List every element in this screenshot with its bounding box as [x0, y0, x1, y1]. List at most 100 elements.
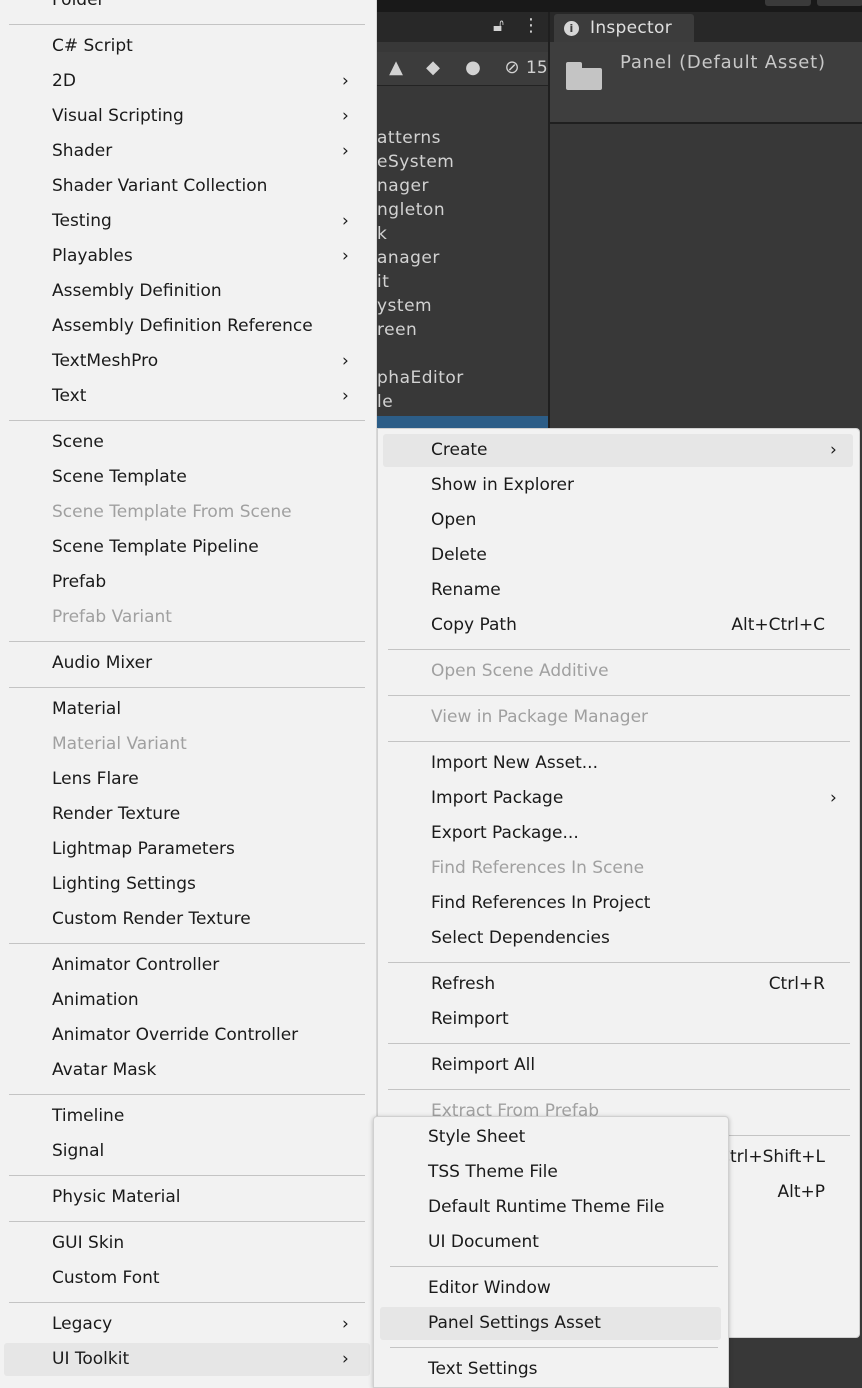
menu-separator — [9, 641, 365, 642]
folder-tree-item[interactable]: atterns — [377, 126, 548, 150]
create-menu-shader[interactable]: Shader › — [0, 135, 376, 168]
create-menu-item-label: Animation — [52, 990, 139, 1010]
ui-toolkit-menu-text-settings[interactable]: Text Settings — [374, 1353, 728, 1386]
filter-by-label-icon[interactable]: ◆ — [422, 57, 444, 79]
ui-toolkit-menu-default-runtime-theme-file[interactable]: Default Runtime Theme File — [374, 1191, 728, 1224]
context-menu-show-in-explorer[interactable]: Show in Explorer — [378, 469, 859, 502]
ui-toolkit-menu-editor-window[interactable]: Editor Window — [374, 1272, 728, 1305]
context-menu-open[interactable]: Open — [378, 504, 859, 537]
create-menu-lens-flare[interactable]: Lens Flare — [0, 763, 376, 796]
folder-tree-item[interactable]: anager — [377, 246, 548, 270]
context-menu-find-references-in-scene[interactable]: Find References In Scene — [378, 852, 859, 885]
context-menu-reimport[interactable]: Reimport — [378, 1003, 859, 1036]
create-menu-prefab-variant[interactable]: Prefab Variant — [0, 601, 376, 634]
ui-toolkit-menu-panel-settings-asset[interactable]: Panel Settings Asset — [380, 1307, 721, 1340]
create-menu-physic-material[interactable]: Physic Material — [0, 1181, 376, 1214]
context-menu-import-new-asset[interactable]: Import New Asset... — [378, 747, 859, 780]
create-menu-visual-scripting[interactable]: Visual Scripting › — [0, 100, 376, 133]
ui-toolkit-menu-style-sheet[interactable]: Style Sheet — [374, 1121, 728, 1154]
context-menu-select-dependencies[interactable]: Select Dependencies — [378, 922, 859, 955]
folder-tree-item[interactable]: reen — [377, 318, 548, 342]
inspector-title: Panel (Default Asset) — [620, 52, 826, 73]
create-menu-item-label: Avatar Mask — [52, 1060, 157, 1080]
create-menu-testing[interactable]: Testing › — [0, 205, 376, 238]
create-menu-scene-template-pipeline[interactable]: Scene Template Pipeline — [0, 531, 376, 564]
toolbar-button[interactable] — [765, 0, 811, 6]
create-menu-material[interactable]: Material — [0, 693, 376, 726]
chevron-right-icon: › — [342, 71, 349, 91]
create-menu-item-label: Animator Override Controller — [52, 1025, 299, 1045]
create-menu-timeline[interactable]: Timeline — [0, 1100, 376, 1133]
create-menu-animation[interactable]: Animation — [0, 984, 376, 1017]
context-menu-item-label: Open Scene Additive — [431, 661, 609, 681]
context-menu-item-label: Delete — [431, 545, 487, 565]
context-menu-shortcut: Ctrl+Shift+L — [718, 1147, 825, 1167]
create-menu-item-label: Testing — [52, 211, 112, 231]
folder-tree-item[interactable]: eSystem — [377, 150, 548, 174]
create-menu-material-variant[interactable]: Material Variant — [0, 728, 376, 761]
context-menu-find-references-in-project[interactable]: Find References In Project — [378, 887, 859, 920]
menu-separator — [388, 962, 850, 963]
ui-toolkit-menu-ui-document[interactable]: UI Document — [374, 1226, 728, 1259]
create-menu-item-label: Prefab Variant — [52, 607, 172, 627]
ui-toolkit-menu-item-label: TSS Theme File — [428, 1162, 558, 1182]
chevron-right-icon: › — [342, 351, 349, 371]
create-menu-custom-render-texture[interactable]: Custom Render Texture — [0, 903, 376, 936]
create-menu-animator-controller[interactable]: Animator Controller — [0, 949, 376, 982]
context-menu-rename[interactable]: Rename — [378, 574, 859, 607]
folder-tree-item[interactable]: ngleton — [377, 198, 548, 222]
create-menu-signal[interactable]: Signal — [0, 1135, 376, 1168]
create-menu-assembly-definition-reference[interactable]: Assembly Definition Reference — [0, 310, 376, 343]
folder-tree-item[interactable]: nager — [377, 174, 548, 198]
create-menu-animator-override-controller[interactable]: Animator Override Controller — [0, 1019, 376, 1052]
context-menu-export-package[interactable]: Export Package... — [378, 817, 859, 850]
kebab-menu-icon[interactable]: ⋮ — [522, 15, 540, 36]
create-menu-scene-template[interactable]: Scene Template — [0, 461, 376, 494]
folder-tree: atterns eSystem nager ngleton k anager it ystem… — [377, 126, 548, 414]
folder-tree-item[interactable]: k — [377, 222, 548, 246]
folder-tree-item[interactable] — [377, 342, 548, 366]
create-menu-custom-font[interactable]: Custom Font — [0, 1262, 376, 1295]
create-menu-c-script[interactable]: C# Script — [0, 30, 376, 63]
create-menu-assembly-definition[interactable]: Assembly Definition — [0, 275, 376, 308]
create-menu-playables[interactable]: Playables › — [0, 240, 376, 273]
create-menu-avatar-mask[interactable]: Avatar Mask — [0, 1054, 376, 1087]
create-menu-item-label: Custom Font — [52, 1268, 160, 1288]
context-menu-delete[interactable]: Delete — [378, 539, 859, 572]
folder-tree-item[interactable]: it — [377, 270, 548, 294]
context-menu-open-scene-additive[interactable]: Open Scene Additive — [378, 655, 859, 688]
context-menu-reimport-all[interactable]: Reimport All — [378, 1049, 859, 1082]
create-menu-audio-mixer[interactable]: Audio Mixer — [0, 647, 376, 680]
folder-tree-item[interactable]: phaEditor — [377, 366, 548, 390]
create-menu-legacy[interactable]: Legacy › — [0, 1308, 376, 1341]
context-menu-import-package[interactable]: Import Package › — [378, 782, 859, 815]
create-menu-lightmap-parameters[interactable]: Lightmap Parameters — [0, 833, 376, 866]
tab-inspector[interactable]: i Inspector — [554, 14, 694, 42]
context-menu-create[interactable]: Create › — [383, 434, 853, 467]
ui-toolkit-submenu: Style Sheet TSS Theme File Default Runtime… — [373, 1116, 729, 1388]
lock-icon[interactable]: 🔓︎ — [493, 16, 504, 36]
context-menu-refresh[interactable]: Refresh Ctrl+R — [378, 968, 859, 1001]
create-menu-scene[interactable]: Scene — [0, 426, 376, 459]
folder-tree-item[interactable]: ystem — [377, 294, 548, 318]
folder-tree-item[interactable]: le — [377, 390, 548, 414]
warning-icon[interactable]: ● — [462, 57, 484, 79]
create-menu-ui-toolkit[interactable]: UI Toolkit › — [4, 1343, 370, 1376]
create-menu-prefab[interactable]: Prefab — [0, 566, 376, 599]
create-menu-text[interactable]: Text › — [0, 380, 376, 413]
create-menu-shader-variant-collection[interactable]: Shader Variant Collection — [0, 170, 376, 203]
filter-by-type-icon[interactable]: ▲ — [385, 57, 407, 79]
context-menu-view-in-package-manager[interactable]: View in Package Manager — [378, 701, 859, 734]
create-menu-textmeshpro[interactable]: TextMeshPro › — [0, 345, 376, 378]
create-menu-scene-template-from-scene[interactable]: Scene Template From Scene — [0, 496, 376, 529]
create-menu-folder[interactable]: Folder — [0, 0, 376, 17]
create-menu-2d[interactable]: 2D › — [0, 65, 376, 98]
toolbar-button[interactable] — [817, 0, 862, 6]
ui-toolkit-menu-tss-theme-file[interactable]: TSS Theme File — [374, 1156, 728, 1189]
create-menu-render-texture[interactable]: Render Texture — [0, 798, 376, 831]
create-menu-lighting-settings[interactable]: Lighting Settings — [0, 868, 376, 901]
context-menu-item-label: Copy Path — [431, 615, 517, 635]
hidden-packages-icon[interactable]: ⊘ — [501, 57, 523, 79]
context-menu-copy-path[interactable]: Copy Path Alt+Ctrl+C — [378, 609, 859, 642]
create-menu-gui-skin[interactable]: GUI Skin — [0, 1227, 376, 1260]
